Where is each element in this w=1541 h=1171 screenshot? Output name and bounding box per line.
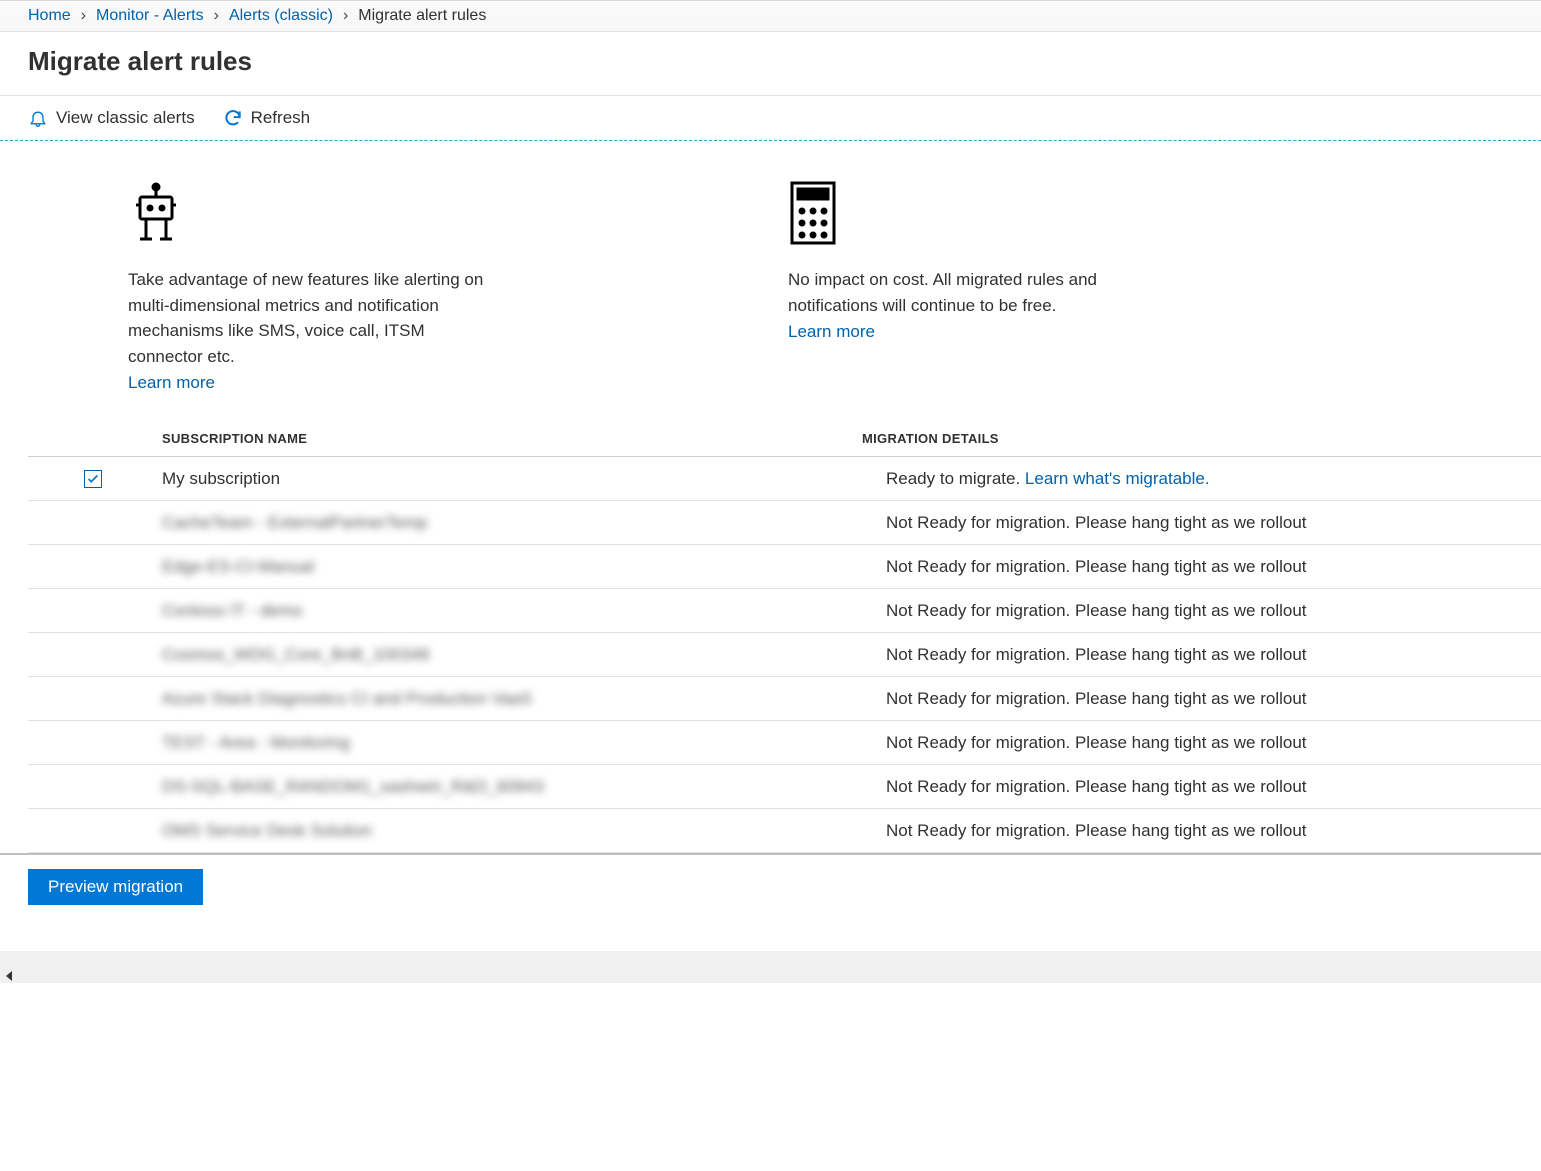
bell-icon bbox=[28, 108, 48, 128]
robot-icon bbox=[128, 181, 488, 245]
subscription-name: My subscription bbox=[162, 469, 280, 488]
table-row[interactable]: Azure Stack Diagnostics CI and Productio… bbox=[28, 677, 1541, 721]
migration-status-not-ready: Not Ready for migration. Please hang tig… bbox=[886, 777, 1307, 796]
breadcrumb-alerts-classic[interactable]: Alerts (classic) bbox=[229, 7, 333, 25]
table-row[interactable]: DS-SQL-BASE_RANDOM1_sashwin_R&D_60843 Not… bbox=[28, 765, 1541, 809]
migration-status-not-ready: Not Ready for migration. Please hang tig… bbox=[886, 513, 1307, 532]
feature-new-capabilities: Take advantage of new features like aler… bbox=[128, 181, 488, 393]
table-row[interactable]: Edge-ES-CI-Manual Not Ready for migration… bbox=[28, 545, 1541, 589]
footer-bar bbox=[0, 951, 1541, 983]
migration-status-not-ready: Not Ready for migration. Please hang tig… bbox=[886, 733, 1307, 752]
refresh-icon bbox=[223, 108, 243, 128]
refresh-label: Refresh bbox=[251, 108, 311, 128]
chevron-right-icon: › bbox=[214, 7, 219, 25]
column-subscription-name: SUBSCRIPTION NAME bbox=[158, 431, 858, 446]
feature-new-capabilities-text: Take advantage of new features like aler… bbox=[128, 267, 488, 369]
breadcrumb-bar: Home › Monitor - Alerts › Alerts (classi… bbox=[0, 0, 1541, 32]
subscription-name: Edge-ES-CI-Manual bbox=[162, 557, 314, 576]
column-migration-details: MIGRATION DETAILS bbox=[858, 431, 1541, 446]
breadcrumb-monitor-alerts[interactable]: Monitor - Alerts bbox=[96, 7, 204, 25]
feature-new-capabilities-link[interactable]: Learn more bbox=[128, 373, 215, 393]
calculator-icon bbox=[788, 181, 1148, 245]
learn-whats-migratable-link[interactable]: Learn what's migratable. bbox=[1025, 469, 1210, 488]
feature-no-cost: No impact on cost. All migrated rules an… bbox=[788, 181, 1148, 393]
table-row[interactable]: TEST - Area - Monitoring Not Ready for mi… bbox=[28, 721, 1541, 765]
migration-status-not-ready: Not Ready for migration. Please hang tig… bbox=[886, 557, 1307, 576]
chevron-right-icon: › bbox=[343, 7, 348, 25]
caret-left-icon[interactable] bbox=[6, 971, 12, 981]
subscription-name: DS-SQL-BASE_RANDOM1_sashwin_R&D_60843 bbox=[162, 777, 544, 796]
migration-status-not-ready: Not Ready for migration. Please hang tig… bbox=[886, 601, 1307, 620]
table-row[interactable]: My subscription Ready to migrate. Learn w… bbox=[28, 457, 1541, 501]
table-bottom-divider bbox=[0, 853, 1541, 855]
subscription-name: TEST - Area - Monitoring bbox=[162, 733, 350, 752]
checkbox-checked[interactable] bbox=[84, 470, 102, 488]
feature-no-cost-text: No impact on cost. All migrated rules an… bbox=[788, 267, 1148, 318]
view-classic-alerts-button[interactable]: View classic alerts bbox=[28, 108, 195, 128]
page-title: Migrate alert rules bbox=[28, 46, 1513, 77]
subscription-name: Cosmos_WDG_Core_BnB_100348 bbox=[162, 645, 429, 664]
table-row[interactable]: Contoso IT - demo Not Ready for migration… bbox=[28, 589, 1541, 633]
subscription-name: CacheTeam - ExternalPartnerTemp bbox=[162, 513, 428, 532]
migration-status-ready: Ready to migrate. bbox=[886, 469, 1025, 488]
table-row[interactable]: Cosmos_WDG_Core_BnB_100348 Not Ready for … bbox=[28, 633, 1541, 677]
toolbar: View classic alerts Refresh bbox=[0, 96, 1541, 141]
feature-no-cost-link[interactable]: Learn more bbox=[788, 322, 875, 342]
table-row[interactable]: OMS Service Desk Solution Not Ready for m… bbox=[28, 809, 1541, 853]
breadcrumb-current: Migrate alert rules bbox=[358, 7, 486, 25]
features-row: Take advantage of new features like aler… bbox=[0, 181, 1541, 421]
view-classic-alerts-label: View classic alerts bbox=[56, 108, 195, 128]
preview-migration-button[interactable]: Preview migration bbox=[28, 869, 203, 905]
migration-status-not-ready: Not Ready for migration. Please hang tig… bbox=[886, 645, 1307, 664]
subscription-name: Contoso IT - demo bbox=[162, 601, 302, 620]
subscription-name: OMS Service Desk Solution bbox=[162, 821, 372, 840]
migration-status-not-ready: Not Ready for migration. Please hang tig… bbox=[886, 689, 1307, 708]
title-bar: Migrate alert rules bbox=[0, 32, 1541, 96]
table-header: SUBSCRIPTION NAME MIGRATION DETAILS bbox=[28, 421, 1541, 457]
breadcrumb-home[interactable]: Home bbox=[28, 7, 71, 25]
breadcrumb: Home › Monitor - Alerts › Alerts (classi… bbox=[28, 7, 1513, 25]
migration-status-not-ready: Not Ready for migration. Please hang tig… bbox=[886, 821, 1307, 840]
subscription-name: Azure Stack Diagnostics CI and Productio… bbox=[162, 689, 532, 708]
table-row[interactable]: CacheTeam - ExternalPartnerTemp Not Ready… bbox=[28, 501, 1541, 545]
refresh-button[interactable]: Refresh bbox=[223, 108, 311, 128]
chevron-right-icon: › bbox=[81, 7, 86, 25]
